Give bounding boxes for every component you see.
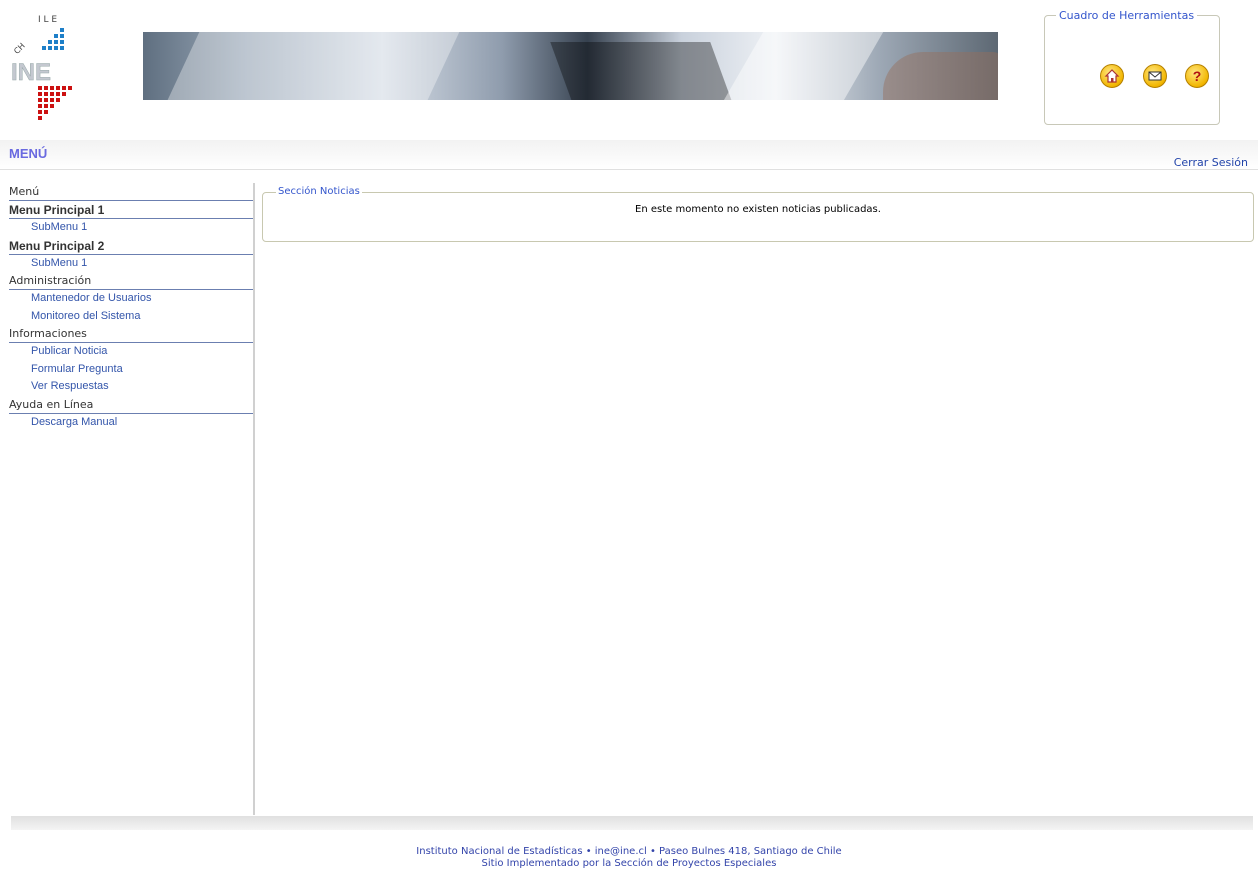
logout-link[interactable]: Cerrar Sesión <box>1174 156 1248 169</box>
sidebar-item-descarga-manual[interactable]: Descarga Manual <box>31 414 253 432</box>
sidebar-item-formular-pregunta[interactable]: Formular Pregunta <box>31 361 253 379</box>
help-icon: ? <box>1193 68 1202 84</box>
sidebar-section-menu-principal-2: Menu Principal 2 <box>9 237 253 255</box>
news-section-title: Sección Noticias <box>276 186 362 197</box>
ine-logo: CH I L E INE <box>11 15 72 120</box>
sidebar-item-submenu-1a[interactable]: SubMenu 1 <box>31 219 253 237</box>
footer-bar <box>11 816 1253 830</box>
sidebar-item-submenu-1b[interactable]: SubMenu 1 <box>31 255 253 273</box>
sidebar-menu: Menú Menu Principal 1 SubMenu 1 Menu Pri… <box>0 183 255 815</box>
toolbox-title: Cuadro de Herramientas <box>1056 9 1198 22</box>
help-button[interactable]: ? <box>1185 64 1209 88</box>
news-section-panel <box>262 192 1254 242</box>
sidebar-section-administracion: Administración <box>9 272 253 290</box>
sidebar-item-ver-respuestas[interactable]: Ver Respuestas <box>31 378 253 396</box>
sidebar-item-mantenedor-usuarios[interactable]: Mantenedor de Usuarios <box>31 290 253 308</box>
sidebar-section-informaciones: Informaciones <box>9 325 253 343</box>
logo-text: INE <box>11 59 51 86</box>
logo-country-text: CH <box>12 41 27 56</box>
sidebar-section-menu-principal-1: Menu Principal 1 <box>9 201 253 219</box>
menu-title-bar <box>0 140 1258 170</box>
sidebar-section-ayuda-en-linea: Ayuda en Línea <box>9 396 253 414</box>
footer-contact-line: Instituto Nacional de Estadísticas • ine… <box>416 846 842 857</box>
mail-icon <box>1148 71 1162 81</box>
sidebar-section-menu: Menú <box>9 183 253 201</box>
sidebar-item-monitoreo-sistema[interactable]: Monitoreo del Sistema <box>31 308 253 326</box>
mail-button[interactable] <box>1143 64 1167 88</box>
news-empty-message: En este momento no existen noticias publ… <box>635 204 881 215</box>
menu-title: MENÚ <box>9 146 48 161</box>
svg-text:?: ? <box>1193 68 1202 84</box>
header-banner-image <box>143 32 998 100</box>
svg-text:I L E: I L E <box>38 15 57 25</box>
home-button[interactable] <box>1100 64 1124 88</box>
sidebar-item-publicar-noticia[interactable]: Publicar Noticia <box>31 343 253 361</box>
home-icon <box>1104 69 1120 83</box>
footer-credit-line: Sitio Implementado por la Sección de Pro… <box>481 858 777 869</box>
